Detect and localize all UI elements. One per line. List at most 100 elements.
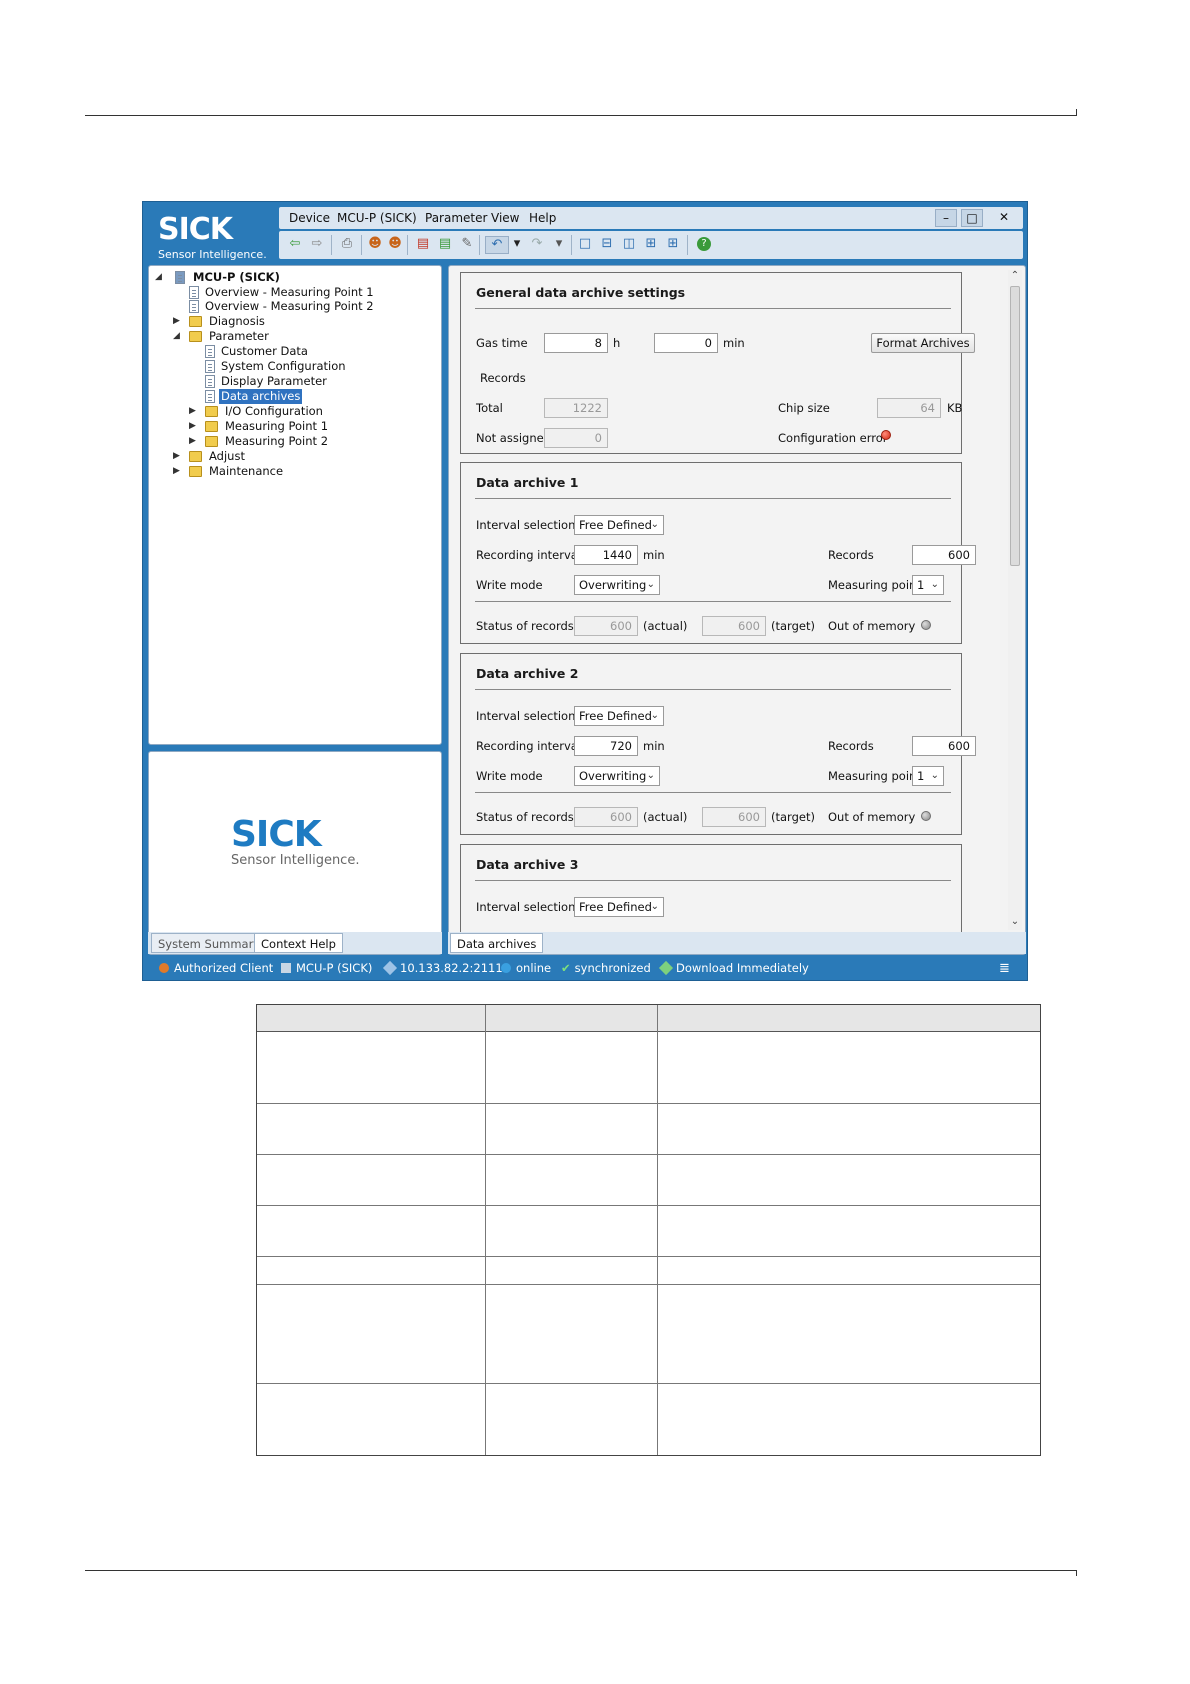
out-of-memory-label: Out of memory xyxy=(828,619,916,633)
undo-dropdown-icon[interactable]: ▾ xyxy=(509,236,525,252)
scroll-up-icon[interactable]: ⌃ xyxy=(1008,270,1022,281)
group-divider xyxy=(475,498,951,499)
menu-help[interactable]: Help xyxy=(529,211,556,225)
status-bar-menu-icon[interactable]: ≣ xyxy=(999,961,1010,976)
layout-vertical-icon[interactable]: ◫ xyxy=(621,236,637,252)
actual-label: (actual) xyxy=(643,810,688,824)
menu-device[interactable]: Device xyxy=(289,211,330,225)
status-mode: Download Immediately xyxy=(658,960,809,976)
minutes-unit-label: min xyxy=(723,336,745,350)
recording-interval-field[interactable]: 1440 xyxy=(574,545,638,565)
tree-item-label: Measuring Point 1 xyxy=(225,419,329,433)
gas-time-minutes-field[interactable]: 0 xyxy=(654,333,718,353)
device-icon xyxy=(281,963,291,973)
vertical-scrollbar[interactable]: ⌃ ⌄ xyxy=(1008,270,1022,930)
redo-dropdown-icon[interactable]: ▾ xyxy=(551,236,567,252)
import-icon[interactable]: ▤ xyxy=(437,236,453,252)
download-icon xyxy=(658,960,674,976)
write-mode-dropdown[interactable]: Overwriting ⌄ xyxy=(574,766,660,786)
status-address: 10.133.82.2:2111 xyxy=(382,960,503,976)
document-icon xyxy=(205,345,215,358)
context-help-panel: SICK Sensor Intelligence. xyxy=(148,751,442,955)
folder-icon xyxy=(189,451,202,462)
group-title: Data archive 3 xyxy=(476,857,579,872)
status-bar: Authorized Client MCU-P (SICK) 10.133.82… xyxy=(143,956,1027,980)
minutes-unit-label: min xyxy=(643,548,665,562)
write-mode-label: Write mode xyxy=(476,578,543,592)
tab-context-help[interactable]: Context Help xyxy=(254,933,343,953)
tab-system-summary[interactable]: System Summary xyxy=(151,933,268,953)
total-records-field: 1222 xyxy=(544,398,608,418)
status-connection-label: online xyxy=(516,961,552,975)
gas-time-hours-field[interactable]: 8 xyxy=(544,333,608,353)
menu-parameter[interactable]: Parameter xyxy=(425,211,487,225)
format-archives-button[interactable]: Format Archives xyxy=(871,333,975,353)
maximize-button[interactable]: □ xyxy=(961,209,983,227)
status-address-label: 10.133.82.2:2111 xyxy=(400,961,503,975)
tree-root-label: MCU-P (SICK) xyxy=(193,270,280,284)
interval-selection-dropdown[interactable]: Free Defined ⌄ xyxy=(574,897,664,917)
chevron-down-icon: ⌄ xyxy=(646,770,655,781)
device-icon xyxy=(175,271,185,284)
group-divider xyxy=(475,689,951,690)
measuring-point-dropdown[interactable]: 1 ⌄ xyxy=(912,766,944,786)
status-of-records-label: Status of records xyxy=(476,619,574,633)
records-heading: Records xyxy=(480,371,526,385)
chip-size-unit: KB xyxy=(947,401,963,415)
dropdown-value: Free Defined xyxy=(579,709,652,723)
interval-selection-dropdown[interactable]: Free Defined ⌄ xyxy=(574,515,664,535)
measuring-point-dropdown[interactable]: 1 ⌄ xyxy=(912,575,944,595)
toolbar-separator xyxy=(687,235,688,255)
app-logo: SICK Sensor Intelligence. xyxy=(143,202,275,262)
layout-single-icon[interactable]: □ xyxy=(577,236,593,252)
chevron-down-icon: ⌄ xyxy=(650,519,659,530)
layout-quad-icon[interactable]: ⊞ xyxy=(665,236,681,252)
records-field[interactable]: 600 xyxy=(912,736,976,756)
scroll-down-icon[interactable]: ⌄ xyxy=(1008,916,1022,927)
interval-selection-dropdown[interactable]: Free Defined ⌄ xyxy=(574,706,664,726)
toolbar: ⇦ ⇨ ⎙ ☻ ☻ ▤ ▤ ✎ ↶ ▾ ↷ ▾ □ ⊟ ◫ ⊞ ⊞ ? xyxy=(279,231,1023,259)
status-sync-label: synchronized xyxy=(574,961,651,975)
write-mode-dropdown[interactable]: Overwriting ⌄ xyxy=(574,575,660,595)
group-title: General data archive settings xyxy=(476,285,686,300)
navigation-tree: ◢ MCU-P (SICK) Overview - Measuring Poin… xyxy=(148,265,442,745)
tree-item-label: I/O Configuration xyxy=(225,404,323,418)
close-button[interactable]: ✕ xyxy=(987,209,1021,227)
recording-interval-field[interactable]: 720 xyxy=(574,736,638,756)
data-archives-view: General data archive settings Gas time 8… xyxy=(448,265,1026,955)
table-row-divider xyxy=(257,1154,1040,1155)
undo-icon[interactable]: ↶ xyxy=(485,236,509,254)
menu-mcu-p[interactable]: MCU-P (SICK) xyxy=(337,211,417,225)
content-tab-bar: Data archives xyxy=(448,932,1026,954)
user-group-icon[interactable]: ☻ xyxy=(387,236,403,252)
write-mode-label: Write mode xyxy=(476,769,543,783)
logo-tagline: Sensor Intelligence. xyxy=(158,248,267,261)
table-row-divider xyxy=(257,1383,1040,1384)
toolbar-separator xyxy=(479,235,480,255)
table-row-divider xyxy=(257,1103,1040,1104)
eraser-icon[interactable]: ✎ xyxy=(459,236,475,252)
menu-view[interactable]: View xyxy=(491,211,519,225)
records-field[interactable]: 600 xyxy=(912,545,976,565)
minimize-button[interactable]: – xyxy=(935,209,957,227)
help-icon[interactable]: ? xyxy=(697,237,711,251)
print-icon[interactable]: ⎙ xyxy=(339,236,355,252)
back-arrow-icon[interactable]: ⇦ xyxy=(287,236,303,252)
layout-horizontal-icon[interactable]: ⊟ xyxy=(599,236,615,252)
group-divider xyxy=(475,792,951,793)
scrollbar-thumb[interactable] xyxy=(1010,286,1020,566)
status-user-label: Authorized Client xyxy=(174,961,274,975)
tree-item-label: Measuring Point 2 xyxy=(225,434,329,448)
help-logo: SICK Sensor Intelligence. xyxy=(231,814,359,868)
measuring-point-label: Measuring point xyxy=(828,769,921,783)
forward-arrow-icon[interactable]: ⇨ xyxy=(309,236,325,252)
table-column-divider xyxy=(657,1005,658,1455)
records-label: Records xyxy=(828,548,874,562)
redo-icon[interactable]: ↷ xyxy=(529,236,545,252)
export-icon[interactable]: ▤ xyxy=(415,236,431,252)
data-archive-2-group: Data archive 2 Interval selection Free D… xyxy=(460,653,976,835)
layout-grid-icon[interactable]: ⊞ xyxy=(643,236,659,252)
tab-data-archives[interactable]: Data archives xyxy=(450,933,544,953)
actual-label: (actual) xyxy=(643,619,688,633)
user-login-icon[interactable]: ☻ xyxy=(367,236,383,252)
